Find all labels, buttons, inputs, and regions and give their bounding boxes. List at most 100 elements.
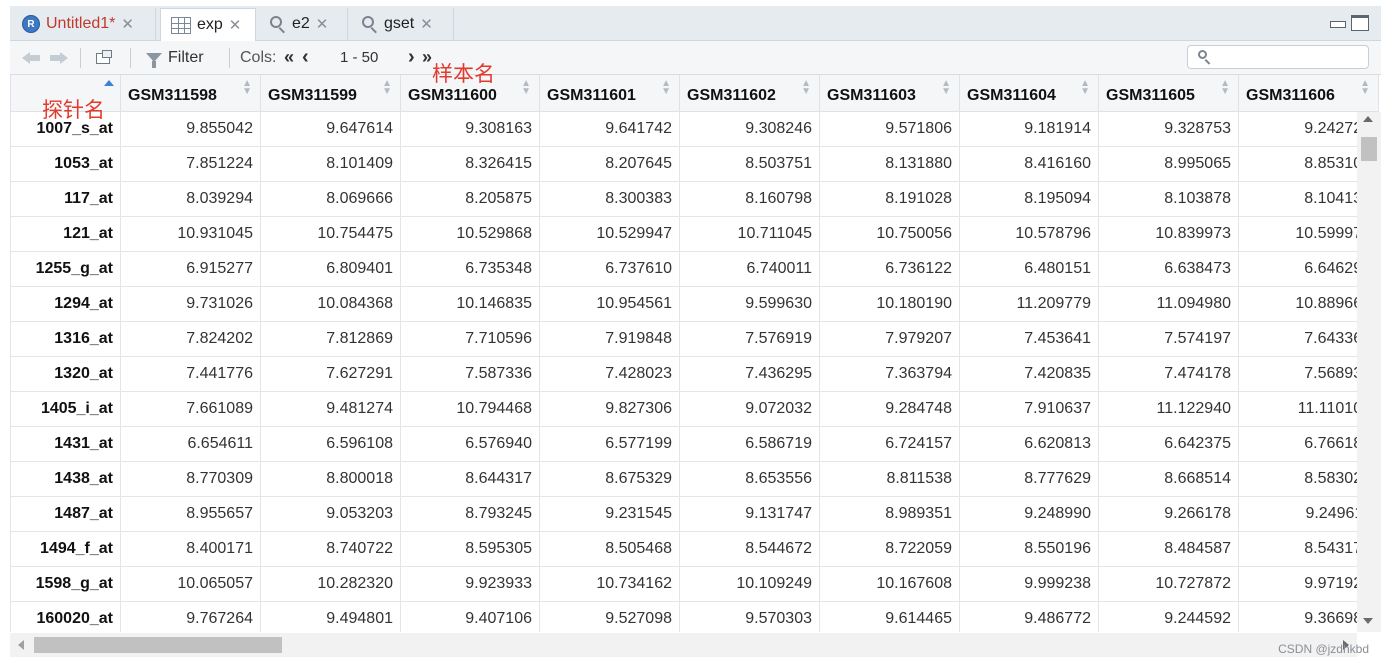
close-icon[interactable]: ✕ (229, 16, 242, 34)
row-name-cell: 1316_at (10, 320, 121, 357)
value-cell: 8.326415 (400, 145, 540, 182)
value-cell: 6.596108 (260, 425, 401, 462)
data-grid: GSM311598 ▲ ▼ GSM311599 ▲ ▼ GSM311600 ▲ ▼ GSM3116… (10, 75, 1381, 632)
value-cell: 7.363794 (819, 355, 960, 392)
column-header-label: GSM311604 (967, 86, 1056, 104)
vertical-scroll-thumb[interactable] (1361, 137, 1377, 161)
table-row: 117_at 8.039294 8.069666 8.205875 8.300383 8.… (10, 180, 1379, 217)
back-button[interactable] (22, 41, 42, 74)
scroll-left-icon[interactable] (18, 640, 24, 650)
row-name-cell: 1598_g_at (10, 565, 121, 602)
close-icon[interactable]: ✕ (121, 15, 134, 33)
vertical-scrollbar[interactable] (1357, 112, 1381, 632)
tab-untitled1[interactable]: R Untitled1* ✕ (12, 8, 156, 40)
value-cell: 8.811538 (819, 460, 960, 497)
value-cell: 8.800018 (260, 460, 401, 497)
horizontal-scroll-thumb[interactable] (34, 637, 282, 653)
value-cell: 9.481274 (260, 390, 401, 427)
table-row: 1431_at 6.654611 6.596108 6.576940 6.577199 6… (10, 425, 1379, 462)
value-cell: 7.441776 (120, 355, 261, 392)
table-row: 1255_g_at 6.915277 6.809401 6.735348 6.73761… (10, 250, 1379, 287)
value-cell: 10.529947 (539, 215, 680, 252)
value-cell: 8.205875 (400, 180, 540, 217)
close-icon[interactable]: ✕ (420, 15, 433, 33)
value-cell: 9.731026 (120, 285, 261, 322)
value-cell: 8.069666 (260, 180, 401, 217)
value-cell: 11.209779 (959, 285, 1099, 322)
maximize-pane-icon[interactable] (1351, 15, 1369, 31)
value-cell: 9.647614 (260, 110, 401, 147)
value-cell: 6.915277 (120, 250, 261, 287)
scroll-up-icon[interactable] (1363, 116, 1373, 122)
value-cell: 7.436295 (679, 355, 820, 392)
value-cell: 9.308163 (400, 110, 540, 147)
value-cell: 10.794468 (400, 390, 540, 427)
search-icon (362, 16, 378, 32)
row-name-cell: 1494_f_at (10, 530, 121, 567)
last-columns-button[interactable]: » (422, 41, 432, 74)
value-cell: 6.638473 (1098, 250, 1239, 287)
value-cell: 9.407106 (400, 600, 540, 632)
value-cell: 10.754475 (260, 215, 401, 252)
column-header[interactable]: GSM311605 ▲ ▼ (1098, 75, 1239, 112)
value-cell: 7.574197 (1098, 320, 1239, 357)
value-cell: 7.851224 (120, 145, 261, 182)
column-header-label: GSM311600 (408, 86, 497, 104)
value-cell: 8.668514 (1098, 460, 1239, 497)
scroll-down-icon[interactable] (1363, 618, 1373, 624)
value-cell: 8.653556 (679, 460, 820, 497)
value-cell: 9.072032 (679, 390, 820, 427)
tab-label: e2 (292, 15, 310, 32)
filter-label: Filter (168, 48, 204, 66)
first-columns-button[interactable]: « (284, 41, 294, 74)
column-header[interactable]: GSM311598 ▲ ▼ (120, 75, 261, 112)
tab-gset[interactable]: gset ✕ (352, 8, 454, 40)
forward-button[interactable] (48, 41, 68, 74)
close-icon[interactable]: ✕ (316, 15, 329, 33)
value-cell: 7.453641 (959, 320, 1099, 357)
table-row: 1316_at 7.824202 7.812869 7.710596 7.919848 7… (10, 320, 1379, 357)
tab-e2[interactable]: e2 ✕ (260, 8, 348, 40)
sort-arrows-icon: ▲ ▼ (941, 78, 951, 97)
value-cell: 9.641742 (539, 110, 680, 147)
sort-arrows-icon: ▲ ▼ (382, 78, 392, 97)
value-cell: 8.722059 (819, 530, 960, 567)
minimize-pane-icon[interactable] (1329, 15, 1347, 29)
value-cell: 8.039294 (120, 180, 261, 217)
column-header[interactable]: GSM311599 ▲ ▼ (260, 75, 401, 112)
value-cell: 9.328753 (1098, 110, 1239, 147)
table-search-input[interactable] (1187, 45, 1369, 69)
value-cell: 6.737610 (539, 250, 680, 287)
value-cell: 10.146835 (400, 285, 540, 322)
table-row: 1494_f_at 8.400171 8.740722 8.595305 8.50546… (10, 530, 1379, 567)
prev-columns-button[interactable]: ‹ (302, 41, 309, 74)
value-cell: 10.727872 (1098, 565, 1239, 602)
watermark-text: CSDN @jzdhkbd (1278, 642, 1369, 656)
horizontal-scrollbar[interactable] (10, 633, 1357, 657)
column-header[interactable]: GSM311601 ▲ ▼ (539, 75, 680, 112)
next-columns-button[interactable]: › (408, 41, 415, 74)
column-header[interactable]: GSM311603 ▲ ▼ (819, 75, 960, 112)
filter-button[interactable]: Filter (146, 41, 204, 74)
value-cell: 7.474178 (1098, 355, 1239, 392)
value-cell: 9.248990 (959, 495, 1099, 532)
column-header-label: GSM311599 (268, 86, 357, 104)
tab-exp[interactable]: exp ✕ (160, 8, 256, 41)
column-header-label: GSM311601 (547, 86, 636, 104)
value-cell: 6.480151 (959, 250, 1099, 287)
value-cell: 9.284748 (819, 390, 960, 427)
value-cell: 9.486772 (959, 600, 1099, 632)
value-cell: 10.180190 (819, 285, 960, 322)
row-name-cell: 1255_g_at (10, 250, 121, 287)
popout-button[interactable] (94, 41, 114, 74)
sort-arrows-icon: ▲ ▼ (1080, 78, 1090, 97)
data-table: GSM311598 ▲ ▼ GSM311599 ▲ ▼ GSM311600 ▲ ▼ GSM3116… (10, 75, 1379, 632)
value-cell: 8.777629 (959, 460, 1099, 497)
column-header[interactable]: GSM311606 ▲ ▼ (1238, 75, 1379, 112)
value-cell: 9.855042 (120, 110, 261, 147)
table-row: 121_at 10.931045 10.754475 10.529868 10.5299… (10, 215, 1379, 252)
value-cell: 6.577199 (539, 425, 680, 462)
column-header[interactable]: GSM311604 ▲ ▼ (959, 75, 1099, 112)
filter-funnel-icon (146, 53, 162, 68)
column-header[interactable]: GSM311602 ▲ ▼ (679, 75, 820, 112)
